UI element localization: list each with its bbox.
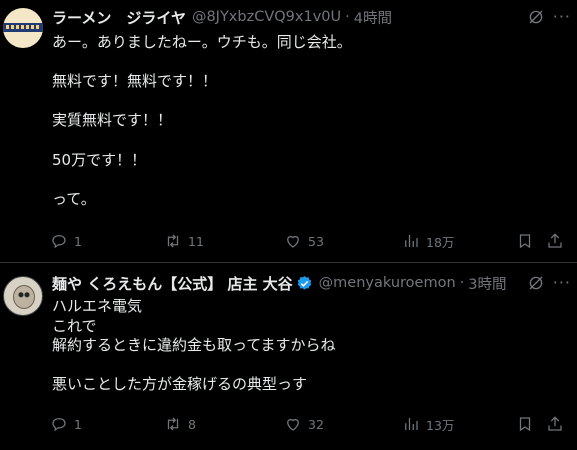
avatar-sign-graphic	[3, 23, 43, 32]
action-bar: 1 11 53 18万	[46, 231, 566, 251]
views-icon	[405, 235, 418, 247]
display-name[interactable]: ラーメン ジライヤ	[52, 7, 186, 28]
timestamp[interactable]: 4時間	[354, 7, 392, 28]
repost-button[interactable]: 8	[164, 414, 196, 434]
views-button[interactable]: 13万	[402, 414, 454, 434]
like-button[interactable]: 32	[284, 414, 324, 434]
like-icon	[287, 235, 299, 248]
views-count: 18万	[426, 234, 455, 250]
share-icon	[548, 416, 562, 431]
reply-button[interactable]: 1	[50, 414, 82, 434]
more-icon[interactable]: ···	[553, 8, 571, 26]
separator-dot: ·	[345, 9, 350, 25]
repost-icon	[167, 417, 179, 431]
share-button[interactable]	[546, 231, 570, 251]
verified-badge-icon	[297, 275, 311, 290]
repost-button[interactable]: 11	[164, 231, 204, 251]
tweet-header: ラーメン ジライヤ @8JYxbzCVQ9x1v0U · 4時間	[52, 6, 392, 28]
bookmark-icon	[519, 234, 531, 249]
reply-icon	[52, 418, 66, 432]
repost-icon	[167, 234, 179, 248]
display-name[interactable]: 麺や くろえもん【公式】 店主 大谷	[52, 273, 293, 294]
views-button[interactable]: 18万	[402, 231, 454, 251]
tweet-header: 麺や くろえもん【公式】 店主 大谷 @menyakuroemon · 3時間	[52, 272, 506, 294]
reply-icon	[52, 235, 66, 249]
reply-count: 1	[74, 416, 82, 432]
tweet-text: あー。ありましたねー。ウチも。同じ会社。 無料です！無料です！！ 実質無料です！…	[52, 33, 352, 208]
avatar-menya-kuroemon[interactable]	[3, 276, 43, 316]
reply-button[interactable]: 1	[50, 231, 82, 251]
views-icon	[405, 418, 418, 430]
avatar-ramen-jiraiya[interactable]	[3, 8, 43, 48]
grok-icon[interactable]	[527, 8, 545, 26]
bookmark-button[interactable]	[516, 414, 540, 434]
grok-icon[interactable]	[527, 274, 545, 292]
tweet-text: ハルエネ電気 これで 解約するときに違約金も取ってますからね 悪いことした方が金…	[52, 297, 336, 394]
action-bar: 1 8 32 13万	[46, 414, 566, 434]
separator-dot: ·	[459, 275, 465, 291]
share-button[interactable]	[546, 414, 570, 434]
user-handle[interactable]: @8JYxbzCVQ9x1v0U	[192, 9, 341, 25]
tweet-1[interactable]: ラーメン ジライヤ @8JYxbzCVQ9x1v0U · 4時間 ··· あー。…	[0, 0, 577, 263]
bookmark-icon	[519, 417, 531, 432]
like-count: 32	[308, 416, 324, 432]
repost-count: 11	[188, 233, 204, 249]
repost-count: 8	[188, 416, 196, 432]
share-icon	[548, 233, 562, 248]
like-count: 53	[308, 233, 324, 249]
like-button[interactable]: 53	[284, 231, 324, 251]
views-count: 13万	[426, 417, 455, 433]
reply-count: 1	[74, 233, 82, 249]
timestamp[interactable]: 3時間	[468, 273, 506, 294]
more-icon[interactable]: ···	[553, 274, 571, 292]
bookmark-button[interactable]	[516, 231, 540, 251]
user-handle[interactable]: @menyakuroemon	[319, 275, 456, 291]
avatar-face-graphic	[13, 285, 35, 309]
like-icon	[287, 418, 299, 431]
